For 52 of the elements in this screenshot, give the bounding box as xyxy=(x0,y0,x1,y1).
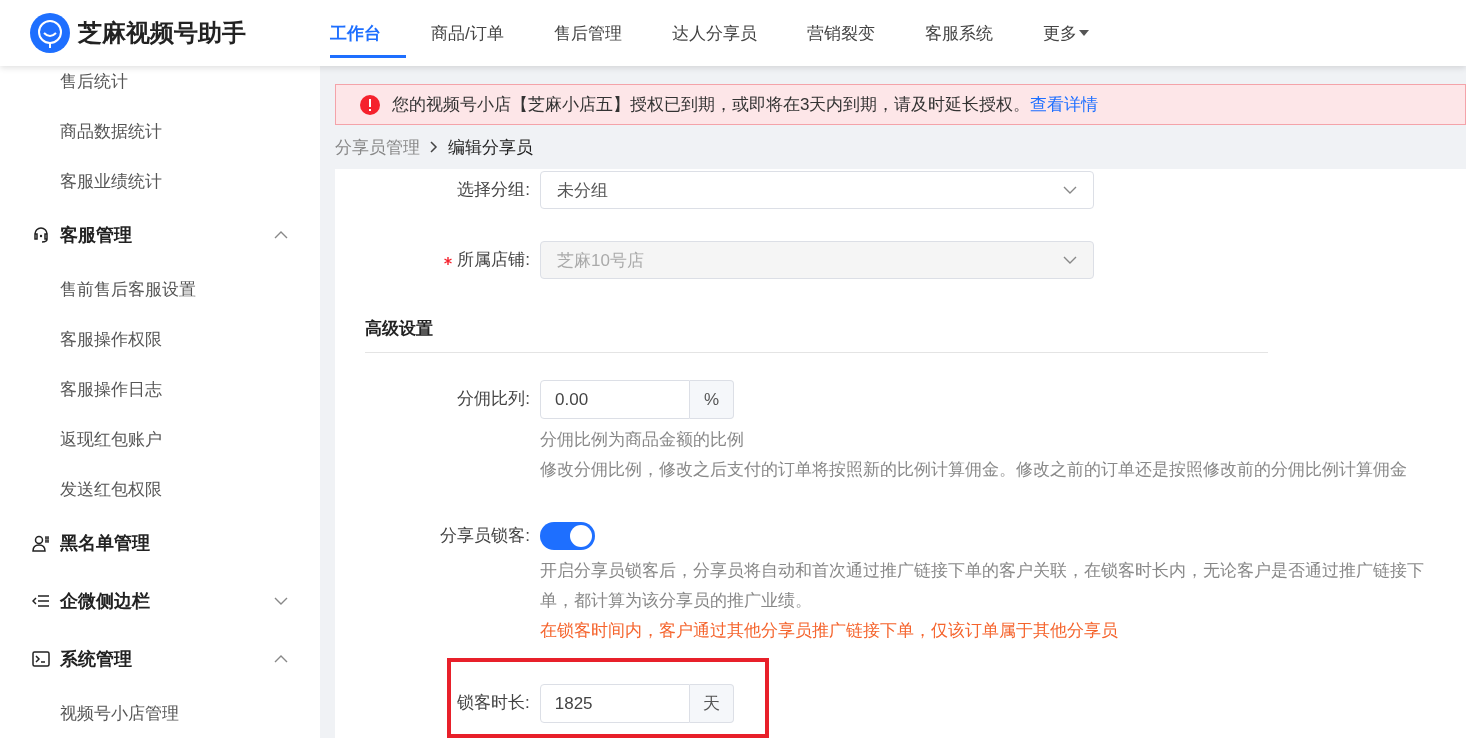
field-label: 所属店铺: xyxy=(457,250,530,269)
sidebar-item[interactable]: 客服业绩统计 xyxy=(0,156,320,206)
sidebar-item[interactable]: 商品数据统计 xyxy=(0,106,320,156)
logo-icon xyxy=(30,13,70,53)
warning-text: 在锁客时间内，客户通过其他分享员推广链接下单，仅该订单属于其他分享员 xyxy=(540,620,1119,642)
sidebar-item[interactable]: 发送红包权限 xyxy=(0,464,320,514)
sidebar-item[interactable]: 客服操作日志 xyxy=(0,364,320,414)
sidebar-group[interactable]: 黑名单管理 xyxy=(60,531,288,555)
indent-icon xyxy=(32,592,50,610)
nav-tab[interactable]: 营销裂变 xyxy=(781,0,900,66)
select-field[interactable]: 未分组 xyxy=(540,171,1094,209)
field-label: 分佣比列: xyxy=(457,389,530,408)
nav-tab[interactable]: 商品/订单 xyxy=(406,0,529,66)
alert-message: 您的视频号小店【芝麻小店五】授权已到期，或即将在3天内到期，请及时延长授权。查看详情 xyxy=(392,94,1099,117)
field-label: 锁客时长: xyxy=(457,693,530,712)
sidebar-group[interactable]: 企微侧边栏 xyxy=(60,589,264,613)
chevron-icon[interactable] xyxy=(274,231,288,239)
nav-tab[interactable]: 客服系统 xyxy=(899,0,1018,66)
user-icon xyxy=(32,534,50,552)
field-label: 选择分组: xyxy=(457,180,530,199)
hint-text: 分佣比例为商品金额的比例 xyxy=(540,429,745,451)
chevron-right-icon xyxy=(430,141,438,154)
chevron-icon[interactable] xyxy=(274,655,288,663)
terminal-icon xyxy=(32,650,50,668)
sidebar-group[interactable]: 系统管理 xyxy=(60,647,264,671)
sidebar-item[interactable]: 售后统计 xyxy=(0,66,320,106)
unit-addon: % xyxy=(690,380,734,419)
nav-tab[interactable]: 售后管理 xyxy=(528,0,647,66)
details-link[interactable]: 查看详情 xyxy=(1030,95,1099,115)
nav-tab[interactable]: 达人分享员 xyxy=(646,0,782,66)
breadcrumb-item: 编辑分享员 xyxy=(448,136,533,159)
chevron-icon[interactable] xyxy=(274,597,288,605)
text-input[interactable]: 1825 xyxy=(539,684,690,723)
text-input[interactable]: 0.00 xyxy=(540,380,690,419)
unit-addon: 天 xyxy=(689,684,734,723)
section-title: 高级设置 xyxy=(365,311,1268,353)
hint-text: 开启分享员锁客后，分享员将自动和首次通过推广链接下单的客户关联，在锁客时长内，无论客户是否通过推广链接下单，都计算为该分享员的推广业绩。 xyxy=(540,560,1425,612)
error-icon xyxy=(360,94,380,115)
field-label: 分享员锁客: xyxy=(440,526,530,545)
sidebar-item[interactable]: 售前售后客服设置 xyxy=(0,264,320,314)
headset-icon xyxy=(32,226,50,244)
chevron-icon[interactable] xyxy=(1063,186,1077,194)
toggle-switch[interactable] xyxy=(540,522,595,550)
hint-text: 修改分佣比例，修改之后支付的订单将按照新的比例计算佣金。修改之前的订单还是按照修改前的分佣比例计算佣金 xyxy=(540,459,1407,481)
sidebar-item[interactable]: 返现红包账户 xyxy=(0,414,320,464)
sidebar-item[interactable]: 客服操作权限 xyxy=(0,314,320,364)
sidebar-item[interactable]: 视频号小店管理 xyxy=(0,688,320,738)
required-asterisk-icon xyxy=(444,256,453,265)
nav-tab[interactable]: 工作台 xyxy=(330,8,406,58)
sidebar-group[interactable]: 客服管理 xyxy=(60,223,264,247)
app-title: 芝麻视频号助手 xyxy=(78,18,246,48)
nav-tab[interactable]: 更多 xyxy=(1017,0,1114,66)
